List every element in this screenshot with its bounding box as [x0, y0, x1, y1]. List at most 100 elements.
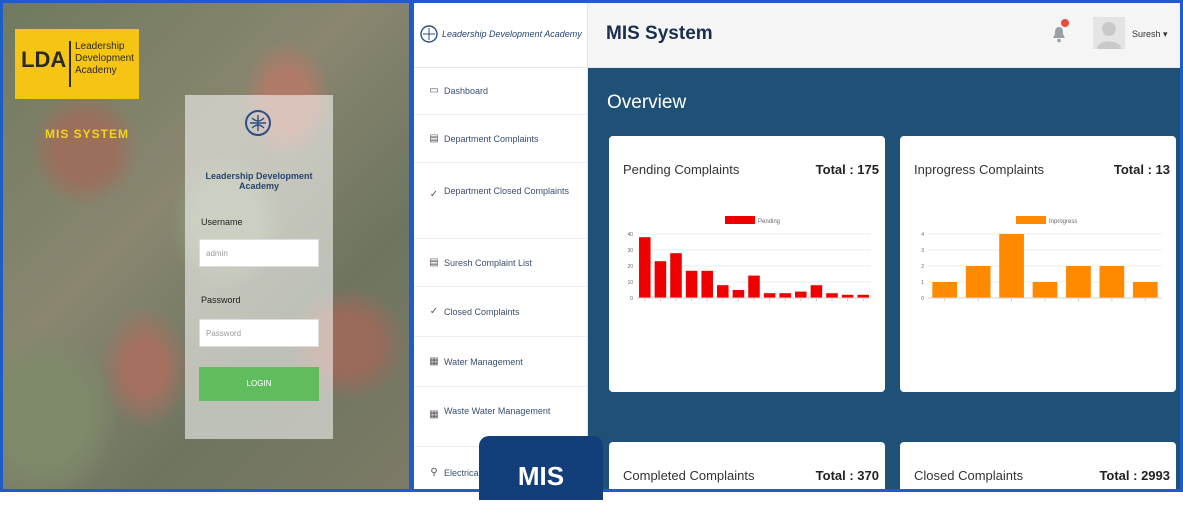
y-tick-label: 1 [921, 280, 924, 286]
mis-system-tag: MIS SYSTEM [45, 127, 130, 141]
mis-badge: MIS [479, 436, 603, 500]
login-screenshot: LDA Leadership Development Academy MIS S… [0, 0, 412, 492]
sidebar: Leadership Development Academy ▭ Dashboa… [414, 3, 588, 489]
legend-swatch [1016, 216, 1046, 224]
legend-label: Pending [758, 219, 780, 225]
card-total: Total : 175 [815, 162, 879, 177]
y-tick-label: 10 [627, 280, 633, 286]
grid-icon: ▦ [429, 356, 439, 367]
card-total: Total : 13 [1113, 162, 1170, 177]
sidebar-item-label: Dashboard [444, 86, 489, 96]
bar [732, 290, 745, 298]
y-tick-label: 2 [921, 264, 924, 270]
brand-name: Leadership Development Academy [442, 29, 582, 39]
sidebar-item-label: Department Complaints [444, 134, 539, 144]
sidebar-item-label: Department Closed Complaints [430, 181, 581, 201]
completed-complaints-card[interactable]: Completed Complaints Total : 370 [609, 442, 885, 489]
bar [826, 293, 838, 298]
card-title: Completed Complaints [623, 468, 755, 483]
document-icon: ▤ [429, 257, 439, 268]
bar [1132, 282, 1158, 298]
logo-divider [69, 41, 71, 87]
user-name: Suresh [1132, 29, 1161, 39]
sidebar-item-label: Closed Complaints [444, 307, 520, 317]
bar [999, 234, 1024, 298]
card-total: Total : 2993 [1099, 468, 1170, 483]
chevron-down-icon: ▾ [1163, 29, 1168, 39]
pending-complaints-card[interactable]: Pending Complaints Total : 175 Pending 0 1… [609, 136, 885, 392]
username-label: Username [201, 217, 243, 227]
bar [701, 270, 713, 298]
sidebar-item-department-complaints[interactable]: ▤ Department Complaints [414, 115, 587, 163]
closed-complaints-card[interactable]: Closed Complaints Total : 2993 [900, 442, 1176, 489]
bar [685, 270, 698, 298]
sidebar-item-text: Waste Water Management [444, 406, 551, 416]
y-tick-label: 0 [630, 296, 633, 302]
monitor-icon: ▭ [429, 85, 439, 96]
academy-logo-icon [420, 25, 438, 43]
y-tick-label: 4 [921, 232, 924, 238]
bar [795, 291, 807, 298]
card-title: Closed Complaints [914, 468, 1024, 483]
sidebar-item-department-closed-complaints[interactable]: ✓ Department Closed Complaints [414, 163, 587, 239]
bar [932, 282, 958, 298]
sidebar-item-text: Department Closed Complaints [444, 186, 570, 196]
username-field[interactable]: admin [199, 239, 319, 267]
logo-word: Academy [75, 65, 117, 76]
overview-heading: Overview [607, 92, 687, 113]
login-button[interactable]: LOGIN [199, 367, 319, 401]
y-tick-label: 0 [921, 296, 924, 302]
inprogress-bar-chart: Inprogress 0 1 2 3 4 [921, 216, 1162, 302]
user-menu[interactable]: Suresh ▾ [1132, 29, 1168, 40]
pending-bar-chart: Pending 0 10 20 30 40 [627, 216, 871, 302]
legend-swatch [725, 216, 755, 224]
y-tick-label: 3 [921, 248, 924, 254]
password-field[interactable]: Password [199, 319, 319, 347]
avatar[interactable] [1093, 17, 1125, 49]
sidebar-item-label: Suresh Complaint List [444, 258, 533, 268]
lda-logo-mark: LDA [21, 47, 67, 72]
lda-logo: LDA Leadership Development Academy [15, 29, 139, 99]
content-area: Overview Pending Complaints Total : 175 … [588, 68, 1180, 489]
login-card: Leadership Development Academy Username … [185, 95, 333, 439]
bar [779, 293, 791, 298]
password-label: Password [201, 295, 241, 305]
bar [748, 275, 760, 298]
plug-icon: ⚲ [430, 467, 438, 478]
y-tick-label: 30 [627, 248, 633, 254]
legend-label: Inprogress [1049, 219, 1077, 225]
card-title: Inprogress Complaints [914, 162, 1045, 177]
card-total: Total : 370 [815, 468, 879, 483]
y-tick-label: 20 [627, 264, 633, 270]
bar [965, 266, 991, 298]
sidebar-item-suresh-complaint-list[interactable]: ▤ Suresh Complaint List [414, 239, 587, 287]
check-icon: ✓ [429, 306, 439, 317]
bar [810, 285, 823, 298]
bar [1066, 266, 1091, 298]
sidebar-item-label: Water Management [444, 357, 523, 367]
brand[interactable]: Leadership Development Academy [414, 3, 587, 68]
card-title: Pending Complaints [623, 162, 740, 177]
bar [717, 285, 729, 298]
page-title: MIS System [606, 23, 713, 44]
sidebar-item-label: Waste Water Management [430, 401, 581, 421]
sidebar-item-dashboard[interactable]: ▭ Dashboard [414, 67, 587, 115]
y-tick-label: 40 [627, 232, 633, 238]
notification-badge [1061, 19, 1069, 27]
logo-word: Development [75, 53, 134, 64]
bar [763, 293, 776, 298]
topbar: MIS System Suresh ▾ [588, 3, 1180, 68]
lda-logo-words: Leadership Development Academy [75, 41, 134, 77]
bar [654, 261, 667, 298]
inprogress-complaints-card[interactable]: Inprogress Complaints Total : 13 Inprogr… [900, 136, 1176, 392]
bar [1032, 282, 1058, 298]
logo-word: Leadership [75, 41, 125, 52]
bell-icon[interactable] [1052, 25, 1066, 43]
bar [639, 237, 651, 298]
academy-emblem-icon [245, 110, 271, 136]
user-silhouette-icon [1097, 22, 1121, 49]
sidebar-item-water-management[interactable]: ▦ Water Management [414, 337, 587, 387]
sidebar-item-closed-complaints[interactable]: ✓ Closed Complaints [414, 287, 587, 337]
document-icon: ▤ [429, 133, 439, 144]
bar [670, 253, 682, 298]
